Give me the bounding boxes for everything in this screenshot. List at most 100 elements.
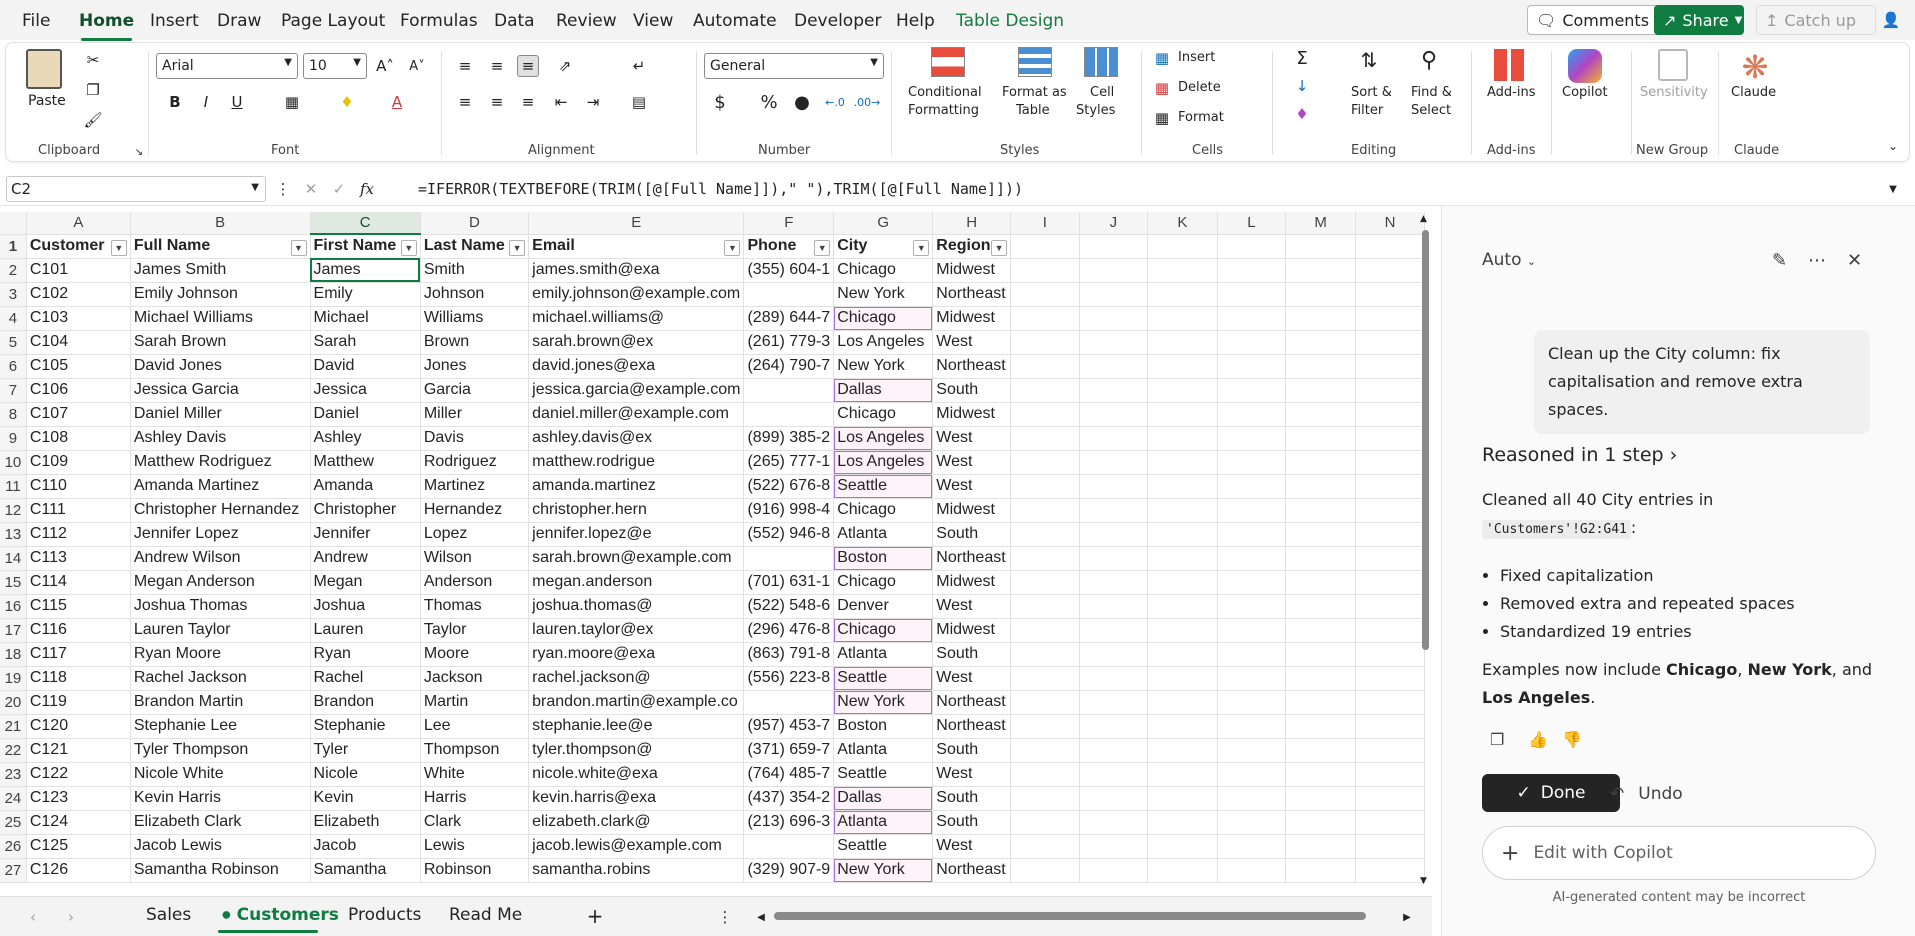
empty-cell[interactable] <box>1217 786 1287 811</box>
empty-cell[interactable] <box>1010 786 1080 811</box>
empty-cell[interactable] <box>1079 834 1149 859</box>
row-header[interactable]: 21 <box>0 714 27 739</box>
table-cell[interactable]: Stephanie <box>310 714 421 739</box>
table-cell[interactable]: West <box>932 426 1012 451</box>
sheet-tab-sales[interactable]: Sales <box>146 905 191 925</box>
empty-cell[interactable] <box>1147 354 1218 379</box>
sort-filter-line1[interactable]: Sort & <box>1351 85 1392 100</box>
tab-help[interactable]: Help <box>896 11 935 31</box>
filter-dropdown-icon[interactable]: ▼ <box>991 239 1008 256</box>
table-cell[interactable]: Emily Johnson <box>130 282 311 307</box>
table-cell[interactable]: Andrew <box>310 546 421 571</box>
table-cell[interactable]: David Jones <box>130 354 311 379</box>
catch-up-button[interactable]: ↥ Catch up <box>1756 5 1876 35</box>
empty-cell[interactable] <box>1355 258 1425 283</box>
empty-cell[interactable] <box>1217 762 1287 787</box>
person-icon[interactable]: 👤 <box>1880 9 1902 31</box>
table-cell[interactable]: Garcia <box>420 378 530 403</box>
filter-dropdown-icon[interactable]: ▼ <box>724 239 741 256</box>
thumbs-up-icon[interactable]: 👍 <box>1528 730 1548 749</box>
scroll-down-icon[interactable]: ▼ <box>1420 876 1427 886</box>
format-as-table-icon[interactable] <box>1018 47 1052 77</box>
empty-cell[interactable] <box>1010 306 1080 331</box>
copilot-icon[interactable] <box>1568 49 1602 83</box>
table-cell[interactable]: ryan.moore@exa <box>528 642 745 667</box>
table-cell[interactable]: Chicago <box>833 498 934 523</box>
table-cell[interactable]: C112 <box>26 522 131 547</box>
table-cell[interactable]: Los Angeles <box>833 330 934 355</box>
column-header[interactable]: I <box>1010 212 1080 235</box>
empty-cell[interactable] <box>1217 258 1287 283</box>
table-cell[interactable]: C104 <box>26 330 131 355</box>
comments-button[interactable]: 🗨 Comments <box>1527 5 1665 35</box>
empty-cell[interactable] <box>1285 354 1357 379</box>
table-cell[interactable]: matthew.rodrigue <box>528 450 745 475</box>
paste-icon[interactable] <box>26 49 62 89</box>
table-cell[interactable]: C108 <box>26 426 131 451</box>
empty-cell[interactable] <box>1285 738 1357 763</box>
empty-cell[interactable] <box>1147 810 1218 835</box>
borders-icon[interactable]: ▦ <box>281 91 303 113</box>
empty-cell[interactable] <box>1079 690 1149 715</box>
scroll-thumb[interactable] <box>1422 230 1429 650</box>
font-size-select[interactable]: 10 ▼ <box>303 53 367 79</box>
empty-cell[interactable] <box>1010 498 1080 523</box>
table-cell[interactable]: South <box>932 786 1012 811</box>
table-cell[interactable]: Ashley <box>310 426 421 451</box>
table-cell[interactable]: Dallas <box>833 378 934 403</box>
table-cell[interactable]: Los Angeles <box>833 426 934 451</box>
table-cell[interactable]: Midwest <box>932 618 1012 643</box>
tab-insert[interactable]: Insert <box>150 11 199 31</box>
table-cell[interactable]: David <box>310 354 421 379</box>
sensitivity-button[interactable]: Sensitivity <box>1640 85 1708 100</box>
font-color-icon[interactable]: A <box>386 91 408 113</box>
table-cell[interactable]: Miller <box>420 402 530 427</box>
table-cell[interactable]: Jennifer <box>310 522 421 547</box>
table-cell[interactable] <box>743 546 835 571</box>
empty-cell[interactable] <box>1217 306 1287 331</box>
empty-cell[interactable] <box>1217 834 1287 859</box>
empty-cell[interactable] <box>1147 306 1218 331</box>
table-cell[interactable]: lauren.taylor@ex <box>528 618 745 643</box>
row-header[interactable]: 22 <box>0 738 27 763</box>
tab-formulas[interactable]: Formulas <box>400 11 478 31</box>
empty-cell[interactable] <box>1355 426 1425 451</box>
delete-cells-button[interactable]: Delete <box>1178 80 1221 95</box>
table-cell[interactable]: james.smith@exa <box>528 258 745 283</box>
empty-cell[interactable] <box>1355 402 1425 427</box>
table-cell[interactable]: (764) 485-7 <box>743 762 835 787</box>
table-cell[interactable]: Williams <box>420 306 530 331</box>
empty-cell[interactable] <box>1010 426 1080 451</box>
find-select-line2[interactable]: Select <box>1411 103 1451 118</box>
table-cell[interactable]: Taylor <box>420 618 530 643</box>
row-header[interactable]: 19 <box>0 666 27 691</box>
empty-cell[interactable] <box>1217 402 1287 427</box>
table-cell[interactable]: (261) 779-3 <box>743 330 835 355</box>
row-header[interactable]: 5 <box>0 330 27 355</box>
column-header[interactable]: G <box>833 212 934 235</box>
empty-cell[interactable] <box>1079 762 1149 787</box>
empty-cell[interactable] <box>1355 834 1425 859</box>
tab-file[interactable]: File <box>22 11 50 31</box>
table-cell[interactable]: rachel.jackson@ <box>528 666 745 691</box>
empty-cell[interactable] <box>1355 450 1425 475</box>
more-sheets-icon[interactable]: ⋮ <box>714 906 736 928</box>
previous-sheet-icon[interactable]: ‹ <box>22 906 44 928</box>
empty-cell[interactable] <box>1217 714 1287 739</box>
table-cell[interactable]: Midwest <box>932 402 1012 427</box>
mode-selector[interactable]: Auto ⌄ <box>1482 250 1536 270</box>
empty-cell[interactable] <box>1079 570 1149 595</box>
empty-cell[interactable] <box>1010 618 1080 643</box>
table-cell[interactable]: Seattle <box>833 666 934 691</box>
tab-review[interactable]: Review <box>556 11 617 31</box>
empty-cell[interactable] <box>1079 498 1149 523</box>
empty-cell[interactable] <box>1217 738 1287 763</box>
empty-cell[interactable] <box>1010 834 1080 859</box>
table-cell[interactable]: Nicole <box>310 762 421 787</box>
empty-cell[interactable] <box>1079 354 1149 379</box>
empty-cell[interactable] <box>1010 666 1080 691</box>
empty-cell[interactable] <box>1285 330 1357 355</box>
table-cell[interactable]: Chicago <box>833 258 934 283</box>
table-cell[interactable]: South <box>932 378 1012 403</box>
table-cell[interactable]: Joshua <box>310 594 421 619</box>
